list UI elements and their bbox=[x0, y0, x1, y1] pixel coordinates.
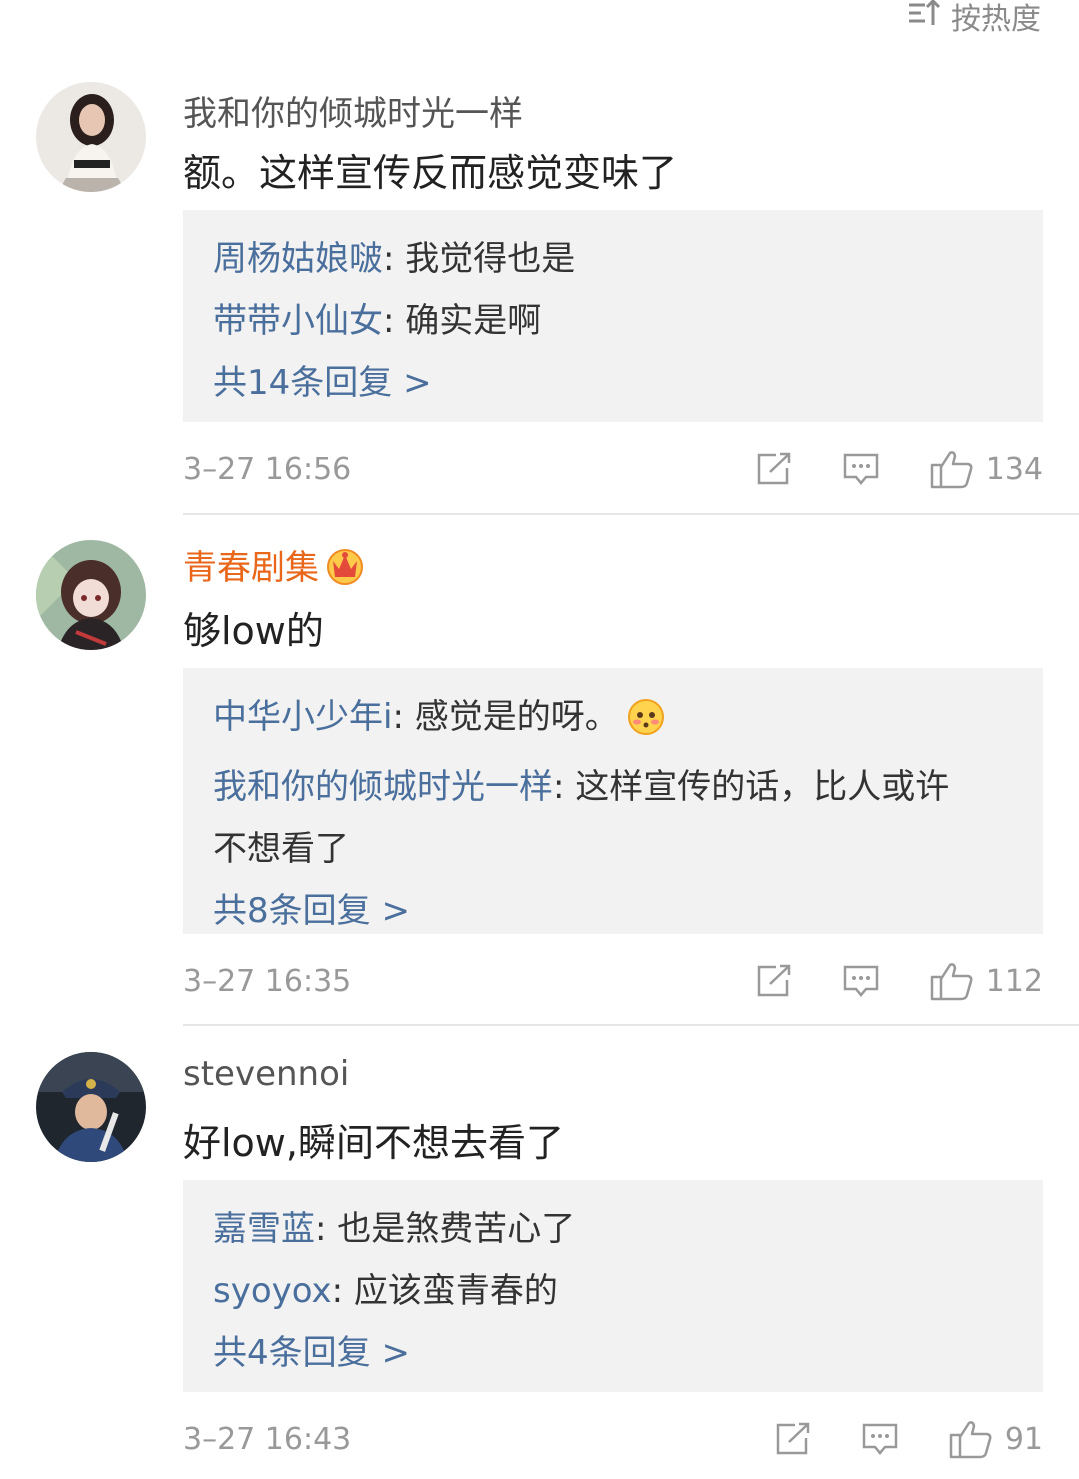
blush-emoji-icon bbox=[627, 694, 665, 756]
thumbs-up-icon bbox=[949, 1421, 992, 1459]
like-button[interactable]: 134 bbox=[930, 449, 1043, 489]
avatar[interactable] bbox=[36, 1052, 146, 1162]
like-button[interactable]: 91 bbox=[949, 1419, 1043, 1459]
comment-button[interactable] bbox=[861, 1422, 899, 1456]
more-replies-link[interactable]: 共8条回复 > bbox=[213, 880, 1013, 942]
thumbs-up-icon bbox=[930, 963, 973, 1001]
divider bbox=[183, 513, 1079, 515]
reply-text: : 也是煞费苦心了 bbox=[315, 1209, 576, 1249]
share-button[interactable] bbox=[775, 1422, 811, 1456]
username-text: 青春剧集 bbox=[183, 548, 319, 588]
reply-preview[interactable]: 中华小少年i: 感觉是的呀。 我和你的倾城时光一样: 这样宣传的话，比人或许 不… bbox=[183, 668, 1043, 934]
divider bbox=[183, 1024, 1079, 1026]
reply-line: 周杨姑娘啵: 我觉得也是 bbox=[213, 228, 1013, 290]
sort-label: 按热度 bbox=[951, 2, 1041, 37]
avatar[interactable] bbox=[36, 82, 146, 192]
reply-line: 中华小少年i: 感觉是的呀。 bbox=[213, 686, 1013, 756]
comment-meta: 3–27 16:43 91 bbox=[183, 1414, 1043, 1464]
comment-meta: 3–27 16:35 112 bbox=[183, 956, 1043, 1006]
comment-text: 够low的 bbox=[183, 609, 324, 653]
reply-author[interactable]: 我和你的倾城时光一样 bbox=[213, 767, 553, 807]
like-count: 91 bbox=[1004, 1421, 1043, 1457]
comment-username[interactable]: stevennoi bbox=[183, 1054, 349, 1094]
reply-line: 我和你的倾城时光一样: 这样宣传的话，比人或许 bbox=[213, 756, 1013, 818]
comment-button[interactable] bbox=[842, 964, 880, 998]
reply-line: 嘉雪蓝: 也是煞费苦心了 bbox=[213, 1198, 1013, 1260]
share-icon bbox=[776, 1422, 810, 1455]
comment-text: 额。这样宣传反而感觉变味了 bbox=[183, 151, 678, 195]
reply-line: 带带小仙女: 确实是啊 bbox=[213, 290, 1013, 352]
reply-text: : 我觉得也是 bbox=[383, 239, 576, 279]
reply-author[interactable]: 嘉雪蓝 bbox=[213, 1209, 315, 1249]
reply-text: : 应该蛮青春的 bbox=[331, 1271, 558, 1311]
reply-author[interactable]: 中华小少年i bbox=[213, 697, 392, 737]
comment-time: 3–27 16:43 bbox=[183, 1421, 352, 1457]
comment-meta: 3–27 16:56 134 bbox=[183, 444, 1043, 494]
sort-icon bbox=[907, 0, 941, 35]
reply-line: syoyox: 应该蛮青春的 bbox=[213, 1260, 1013, 1322]
reply-line-continued: 不想看了 bbox=[213, 829, 349, 869]
vip-crown-icon bbox=[325, 547, 365, 594]
comment-time: 3–27 16:56 bbox=[183, 451, 352, 487]
reply-text: : 确实是啊 bbox=[383, 301, 542, 341]
comment-username[interactable]: 青春剧集 bbox=[183, 540, 365, 594]
thumbs-up-icon bbox=[930, 451, 973, 489]
reply-author[interactable]: syoyox bbox=[213, 1271, 332, 1311]
share-icon bbox=[757, 452, 790, 485]
reply-text: : 这样宣传的话，比人或许 bbox=[553, 767, 950, 807]
reply-preview[interactable]: 周杨姑娘啵: 我觉得也是 带带小仙女: 确实是啊 共14条回复 > bbox=[183, 210, 1043, 422]
more-replies-link[interactable]: 共4条回复 > bbox=[213, 1322, 1013, 1384]
sort-control[interactable]: 按热度 bbox=[907, 0, 1041, 38]
like-count: 112 bbox=[985, 963, 1043, 999]
like-count: 134 bbox=[985, 451, 1043, 487]
reply-text: : 感觉是的呀。 bbox=[392, 697, 619, 737]
share-button[interactable] bbox=[756, 964, 792, 998]
comment-button[interactable] bbox=[842, 452, 880, 486]
comment-text: 好low,瞬间不想去看了 bbox=[183, 1121, 564, 1165]
avatar[interactable] bbox=[36, 540, 146, 650]
share-button[interactable] bbox=[756, 452, 792, 486]
comment-username[interactable]: 我和你的倾城时光一样 bbox=[183, 86, 523, 135]
comment-time: 3–27 16:35 bbox=[183, 963, 352, 999]
reply-preview[interactable]: 嘉雪蓝: 也是煞费苦心了 syoyox: 应该蛮青春的 共4条回复 > bbox=[183, 1180, 1043, 1392]
share-icon bbox=[757, 964, 790, 997]
comment-icon bbox=[862, 1423, 898, 1455]
more-replies-link[interactable]: 共14条回复 > bbox=[213, 352, 1013, 414]
reply-author[interactable]: 带带小仙女 bbox=[213, 301, 383, 341]
comment-icon bbox=[843, 453, 878, 485]
like-button[interactable]: 112 bbox=[930, 961, 1043, 1001]
comment-icon bbox=[843, 965, 878, 997]
reply-author[interactable]: 周杨姑娘啵 bbox=[213, 239, 383, 279]
